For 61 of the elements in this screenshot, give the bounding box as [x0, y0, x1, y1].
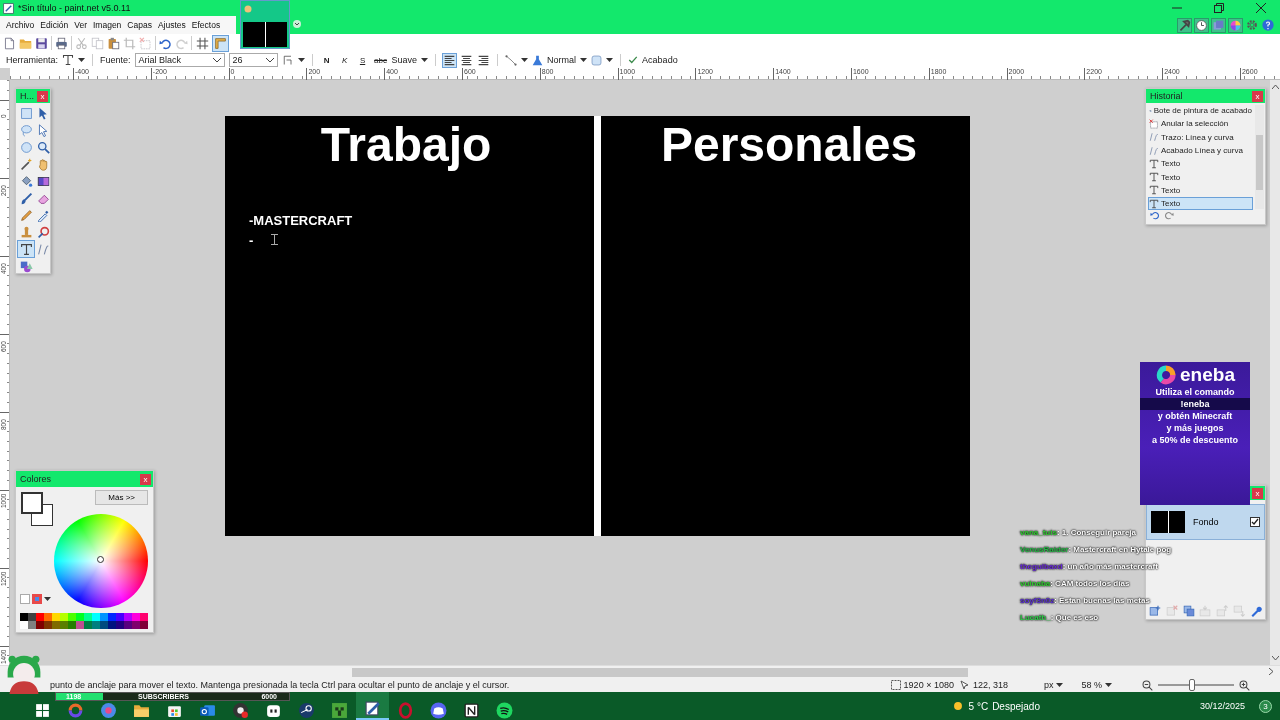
units-dropdown[interactable]: px	[1043, 680, 1064, 690]
notification-badge[interactable]: 3	[1259, 699, 1272, 713]
history-item[interactable]: Texto	[1148, 157, 1253, 171]
blend-mode-dropdown[interactable]: Normal	[532, 54, 588, 66]
weather-text: Despejado	[992, 700, 1040, 712]
style-toggle[interactable]: K	[337, 55, 352, 65]
menu-item[interactable]: Edición	[37, 20, 72, 30]
menu-item[interactable]: Imagen	[90, 20, 125, 30]
close-button[interactable]: x	[1252, 90, 1263, 102]
close-button[interactable]: x	[37, 90, 48, 102]
chat-message: thegulbaxd: un año más mastercraft	[1020, 562, 1160, 571]
menu-item[interactable]: Efectos	[188, 20, 224, 30]
canvas-heading: Trabajo	[319, 117, 493, 173]
cursor-position: 122, 318	[972, 680, 1008, 690]
canvas-text: -MASTERCRAFT	[249, 213, 353, 228]
panel-title: Colores	[20, 474, 51, 484]
layer-name: Fondo	[1193, 517, 1219, 527]
ad-text: y más juegos	[1165, 422, 1225, 434]
close-button[interactable]: x	[140, 473, 151, 485]
window-title: *Sin título - paint.net v5.0.11	[18, 3, 131, 13]
style-toggle[interactable]: N	[319, 55, 334, 65]
image-size: 1920 × 1080	[903, 680, 954, 690]
history-item[interactable]: Anular la selección	[1148, 117, 1253, 131]
history-item[interactable]: Bote de pintura de acabado	[1148, 104, 1253, 118]
status-hint: punto de anclaje para mover el texto. Mantenga presionada la tecla Ctrl para ocultar el punto de anclaje y el cursor.	[50, 680, 510, 690]
style-toggle[interactable]: abc	[373, 55, 388, 65]
date: 30/12/2025	[1199, 701, 1245, 711]
panel-title: Historial	[1150, 91, 1183, 101]
finish-button[interactable]: Acabado	[628, 55, 678, 65]
tool-label: Herramienta:	[6, 55, 59, 65]
chat-message: vana_tuis: 1. Conseguir pareja	[1020, 528, 1138, 537]
menu-item[interactable]: Archivo	[3, 20, 38, 30]
close-button[interactable]: x	[1252, 487, 1263, 499]
history-item[interactable]: Texto	[1148, 197, 1253, 211]
history-item[interactable]: Trazo: Línea y curva	[1148, 130, 1253, 144]
ad-text: y obtén Minecraft	[1156, 410, 1234, 422]
menu-item[interactable]: Capas	[124, 20, 155, 30]
history-item[interactable]: Texto	[1148, 183, 1253, 198]
antialias-dropdown[interactable]: Suave	[391, 55, 429, 65]
temperature: 5 °C	[968, 700, 989, 712]
font-label: Fuente:	[100, 55, 131, 65]
zoom-dropdown[interactable]: 58 %	[1081, 680, 1112, 690]
canvas-text: -	[249, 233, 254, 248]
ad-text: a 50% de descuento	[1150, 434, 1239, 446]
font-dropdown[interactable]: Arial Black	[134, 53, 225, 67]
ad-text: Utiliza el comando	[1154, 386, 1236, 398]
history-item[interactable]: Acabado Línea y curva	[1148, 143, 1253, 158]
panel-title: H...	[20, 91, 34, 101]
ad-command: !eneba	[1140, 398, 1250, 410]
style-toggle[interactable]: S	[355, 55, 370, 65]
chat-message: VenusRaider: Mastercraft en Hytale pog	[1020, 545, 1172, 554]
chat-message: Lucath_: Que es eso	[1020, 613, 1100, 622]
more-button[interactable]: Más >>	[95, 490, 148, 505]
canvas-heading: Personales	[659, 117, 919, 173]
chat-message: vulnaba: CAM todos los días	[1020, 579, 1131, 588]
size-dropdown[interactable]: 26	[228, 53, 278, 67]
chat-message: soyf3n0z: Estan buenas las metas	[1020, 596, 1152, 605]
menu-item[interactable]: Ajustes	[154, 20, 189, 30]
history-item[interactable]: Texto	[1148, 170, 1253, 184]
ad-brand: eneba	[1180, 365, 1235, 385]
menu-item[interactable]: Ver	[71, 20, 90, 30]
